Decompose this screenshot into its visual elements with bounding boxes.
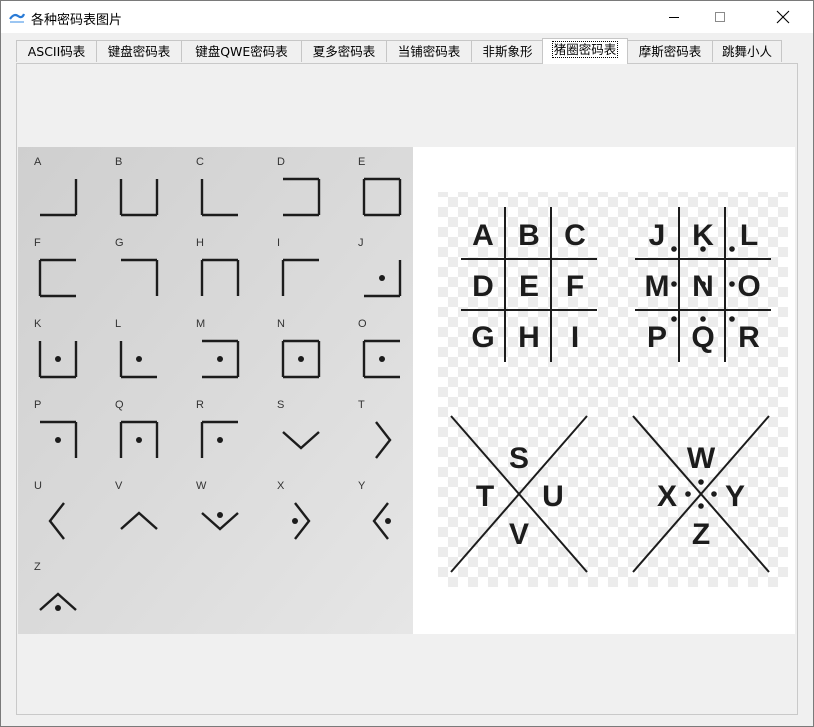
key-letter-y: Y (725, 480, 745, 513)
key-dot (700, 246, 706, 252)
symbol-letter-t: T (358, 399, 365, 411)
symbol-letter-c: C (196, 156, 204, 168)
key-dot (685, 491, 691, 497)
key-dot (711, 491, 717, 497)
symbol-letter-u: U (34, 480, 42, 492)
key-dot (700, 281, 706, 287)
tab-label: 键盘密码表 (107, 44, 171, 59)
key-letter-a: A (472, 219, 494, 252)
pigpen-grid-plain: A B C D E F G H I (461, 207, 597, 362)
key-letter-o: O (737, 270, 760, 303)
key-letter-m: M (645, 270, 670, 303)
symbol-letter-k: K (34, 318, 42, 330)
key-letter-r: R (738, 321, 760, 354)
pigpen-grid-dotted: JKLMNOPQR (635, 207, 771, 362)
tab-phaistos[interactable]: 非斯象形 (471, 40, 544, 62)
tab-label: 跳舞小人 (721, 44, 772, 59)
key-letter-f: F (566, 270, 584, 303)
key-dot (698, 503, 704, 509)
symbol-letter-x: X (277, 480, 285, 492)
key-letter-x: X (657, 480, 677, 513)
symbol-letter-v: V (115, 480, 123, 492)
photo-background (18, 147, 413, 634)
symbol-letter-e: E (358, 156, 365, 168)
key-dot (700, 316, 706, 322)
window-title: 各种密码表图片 (31, 13, 123, 28)
key-letter-e: E (519, 270, 539, 303)
key-letter-l: L (740, 219, 758, 252)
symbol-letter-l: L (115, 318, 121, 330)
symbol-letter-d: D (277, 156, 285, 168)
tab-label: 摩斯密码表 (638, 44, 702, 59)
tab-label: 猪圈密码表 (551, 41, 619, 58)
close-button[interactable] (753, 1, 813, 33)
symbol-letter-j: J (358, 237, 364, 249)
tab-label: 夏多密码表 (312, 44, 376, 59)
symbol-letter-z: Z (34, 561, 41, 573)
symbol-letter-a: A (34, 156, 42, 168)
title-bar[interactable]: 各种密码表图片 (1, 1, 813, 33)
symbol-letter-o: O (358, 318, 367, 330)
tab-label: 键盘QWE密码表 (195, 44, 288, 59)
key-letter-p: P (647, 321, 667, 354)
tab-label: 当铺密码表 (397, 44, 461, 59)
key-letter-s: S (509, 442, 529, 475)
maximize-button[interactable] (697, 1, 743, 33)
symbol-letter-r: R (196, 399, 204, 411)
symbol-letter-i: I (277, 237, 280, 249)
symbol-letter-s: S (277, 399, 284, 411)
pigpen-cipher-image: A B C D EF G H I JK L M N OP Q R S TU V W X YZ A B CD E FG H IJ K LM… (18, 147, 795, 634)
key-dot (671, 281, 677, 287)
key-letter-d: D (472, 270, 494, 303)
key-dot (671, 246, 677, 252)
tab-strip: ASCII码表 键盘密码表 键盘QWE密码表 夏多密码表 当铺密码表 非斯象形 … (16, 38, 806, 64)
close-icon (776, 10, 790, 24)
tab-label: 非斯象形 (482, 44, 533, 59)
tab-shadow[interactable]: 夏多密码表 (301, 40, 387, 62)
key-letter-w: W (687, 442, 716, 475)
key-dot (671, 316, 677, 322)
key-letter-q: Q (691, 321, 714, 354)
key-letter-b: B (518, 219, 540, 252)
tab-dancing-men[interactable]: 跳舞小人 (712, 40, 782, 62)
key-letter-j: J (649, 219, 666, 252)
app-icon (9, 13, 25, 23)
minimize-icon (669, 17, 679, 18)
key-letter-t: T (476, 480, 494, 513)
tab-pigpen[interactable]: 猪圈密码表 (542, 38, 628, 64)
minimize-button[interactable] (651, 1, 697, 33)
symbol-letter-w: W (196, 480, 207, 492)
symbol-letter-n: N (277, 318, 285, 330)
key-letter-c: C (564, 219, 586, 252)
key-dot (729, 246, 735, 252)
tab-keyboard[interactable]: 键盘密码表 (96, 40, 182, 62)
symbol-letter-q: Q (115, 399, 124, 411)
key-letter-v: V (509, 518, 529, 551)
tab-pawnshop[interactable]: 当铺密码表 (386, 40, 472, 62)
tab-label: ASCII码表 (27, 44, 86, 59)
symbol-letter-y: Y (358, 480, 366, 492)
symbol-letter-p: P (34, 399, 41, 411)
key-letter-h: H (518, 321, 540, 354)
key-letter-i: I (571, 321, 579, 354)
tab-ascii[interactable]: ASCII码表 (16, 40, 97, 62)
key-letter-g: G (471, 321, 494, 354)
key-dot (698, 479, 704, 485)
key-letter-u: U (542, 480, 564, 513)
symbol-letter-b: B (115, 156, 122, 168)
symbol-letter-g: G (115, 237, 124, 249)
symbol-letter-f: F (34, 237, 41, 249)
key-letter-z: Z (692, 518, 710, 551)
symbol-letter-m: M (196, 318, 205, 330)
maximize-icon (715, 12, 725, 22)
tab-keyboard-qwe[interactable]: 键盘QWE密码表 (181, 40, 302, 62)
symbol-letter-h: H (196, 237, 204, 249)
app-window: 各种密码表图片 ASCII码表 键盘密码表 键盘QWE密码表 夏多密码表 当铺密… (0, 0, 814, 727)
tab-morse[interactable]: 摩斯密码表 (627, 40, 713, 62)
key-dot (729, 281, 735, 287)
key-dot (729, 316, 735, 322)
